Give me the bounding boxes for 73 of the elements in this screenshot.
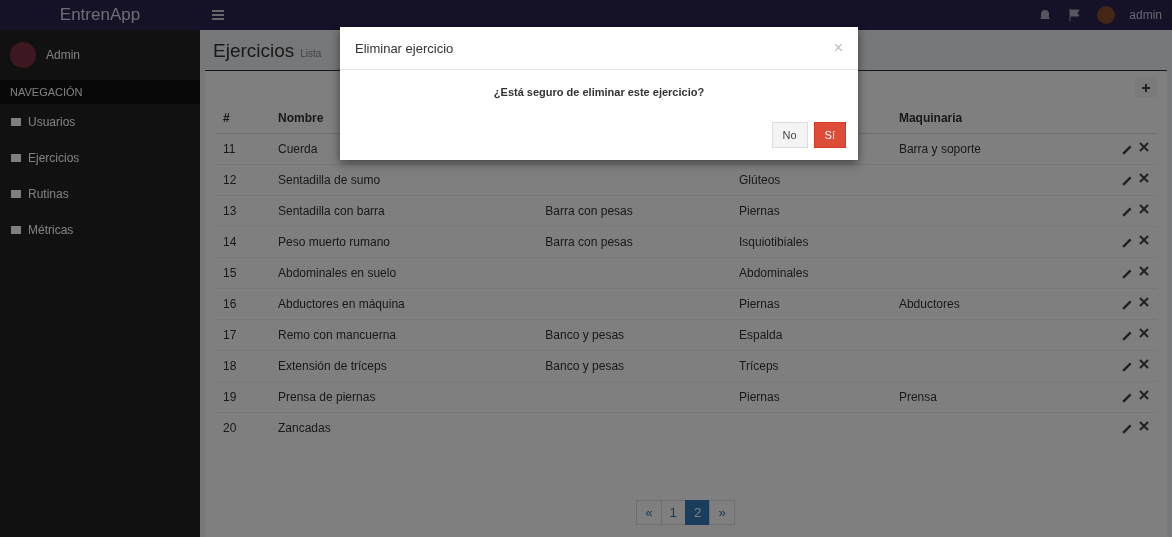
menu-item-icon — [10, 224, 22, 236]
delete-icon[interactable] — [1139, 142, 1149, 152]
table-cell: 16 — [223, 297, 237, 311]
table-cell: Prensa — [898, 390, 937, 404]
page-button[interactable]: « — [636, 500, 662, 525]
table-cell: Peso muerto rumano — [278, 235, 391, 249]
table-cell: 15 — [223, 266, 237, 280]
menu-item-icon — [10, 188, 22, 200]
table-cell: Barra con pesas — [545, 235, 633, 249]
delete-icon[interactable] — [1139, 204, 1149, 214]
table-cell: Prensa de piernas — [278, 390, 376, 404]
delete-icon[interactable] — [1139, 297, 1149, 307]
table-cell: Abdominales — [739, 266, 809, 280]
table-cell: Isquiotibiales — [739, 235, 809, 249]
delete-icon[interactable] — [1139, 390, 1149, 400]
table-cell: Banco y pesas — [545, 328, 625, 342]
confirm-button[interactable]: Sí — [813, 122, 846, 148]
sidebar-item[interactable]: Rutinas — [0, 176, 200, 212]
table-cell: Piernas — [739, 204, 780, 218]
table-cell: Glúteos — [739, 173, 781, 187]
table-cell: Piernas — [739, 297, 780, 311]
dialog-message: ¿Está seguro de eliminar este ejercicio? — [493, 86, 705, 98]
user-name[interactable]: admin — [1129, 8, 1162, 22]
sidebar-section-header: NAVEGACIÓN — [0, 80, 200, 104]
table-cell: 19 — [223, 390, 237, 404]
table-cell: 18 — [223, 359, 237, 373]
table-cell: Extensión de tríceps — [278, 359, 387, 373]
menu-item-icon — [10, 116, 22, 128]
sidebar-item[interactable]: Métricas — [0, 212, 200, 248]
cancel-button[interactable]: No — [771, 122, 808, 148]
column-header: # — [223, 111, 230, 125]
user-avatar — [10, 42, 36, 68]
page-button[interactable]: 1 — [660, 500, 686, 525]
table-cell: Piernas — [739, 390, 780, 404]
app-brand[interactable]: EntrenApp — [0, 5, 200, 25]
plus-icon — [1142, 83, 1150, 92]
table-cell: Abdominales en suelo — [278, 266, 397, 280]
column-header: Nombre — [278, 111, 324, 125]
sidebar-user-name: Admin — [46, 48, 80, 62]
table-cell: 11 — [223, 142, 236, 156]
page-title: Ejercicios — [213, 40, 295, 62]
table-cell: Sentadilla con barra — [278, 204, 385, 218]
sidebar-item[interactable]: Usuarios — [0, 104, 200, 140]
column-header: Maquinaria — [898, 111, 963, 125]
table-cell: 17 — [223, 328, 237, 342]
table-cell: Espalda — [739, 328, 783, 342]
table-cell: Cuerda — [278, 142, 318, 156]
page-button[interactable]: » — [709, 500, 735, 525]
table-cell: Banco y pesas — [545, 359, 625, 373]
delete-icon[interactable] — [1139, 266, 1149, 276]
table-cell: Sentadilla de sumo — [278, 173, 381, 187]
delete-icon[interactable] — [1139, 359, 1149, 369]
table-cell: Abductores en máquina — [278, 297, 405, 311]
table-cell: Abductores — [898, 297, 960, 311]
delete-icon[interactable] — [1139, 235, 1149, 245]
table-cell: Barra con pesas — [545, 204, 633, 218]
menu-item-icon — [10, 152, 22, 164]
dialog-title: Eliminar ejercicio — [355, 40, 454, 56]
add-button[interactable] — [1135, 77, 1157, 97]
table-cell: Barra y soporte — [898, 142, 981, 156]
delete-icon[interactable] — [1139, 173, 1149, 183]
delete-icon[interactable] — [1139, 421, 1149, 431]
delete-icon[interactable] — [1139, 328, 1149, 338]
page-button[interactable]: 2 — [685, 500, 711, 525]
sidebar-item[interactable]: Ejercicios — [0, 140, 200, 176]
table-cell: 12 — [223, 173, 237, 187]
table-cell: Zancadas — [278, 421, 331, 435]
table-cell: 20 — [223, 421, 237, 435]
table-cell: 14 — [223, 235, 237, 249]
table-cell: Tríceps — [739, 359, 779, 373]
table-cell: Remo con mancuerna — [278, 328, 397, 342]
close-button[interactable]: × — [833, 39, 843, 57]
table-cell: 13 — [223, 204, 237, 218]
